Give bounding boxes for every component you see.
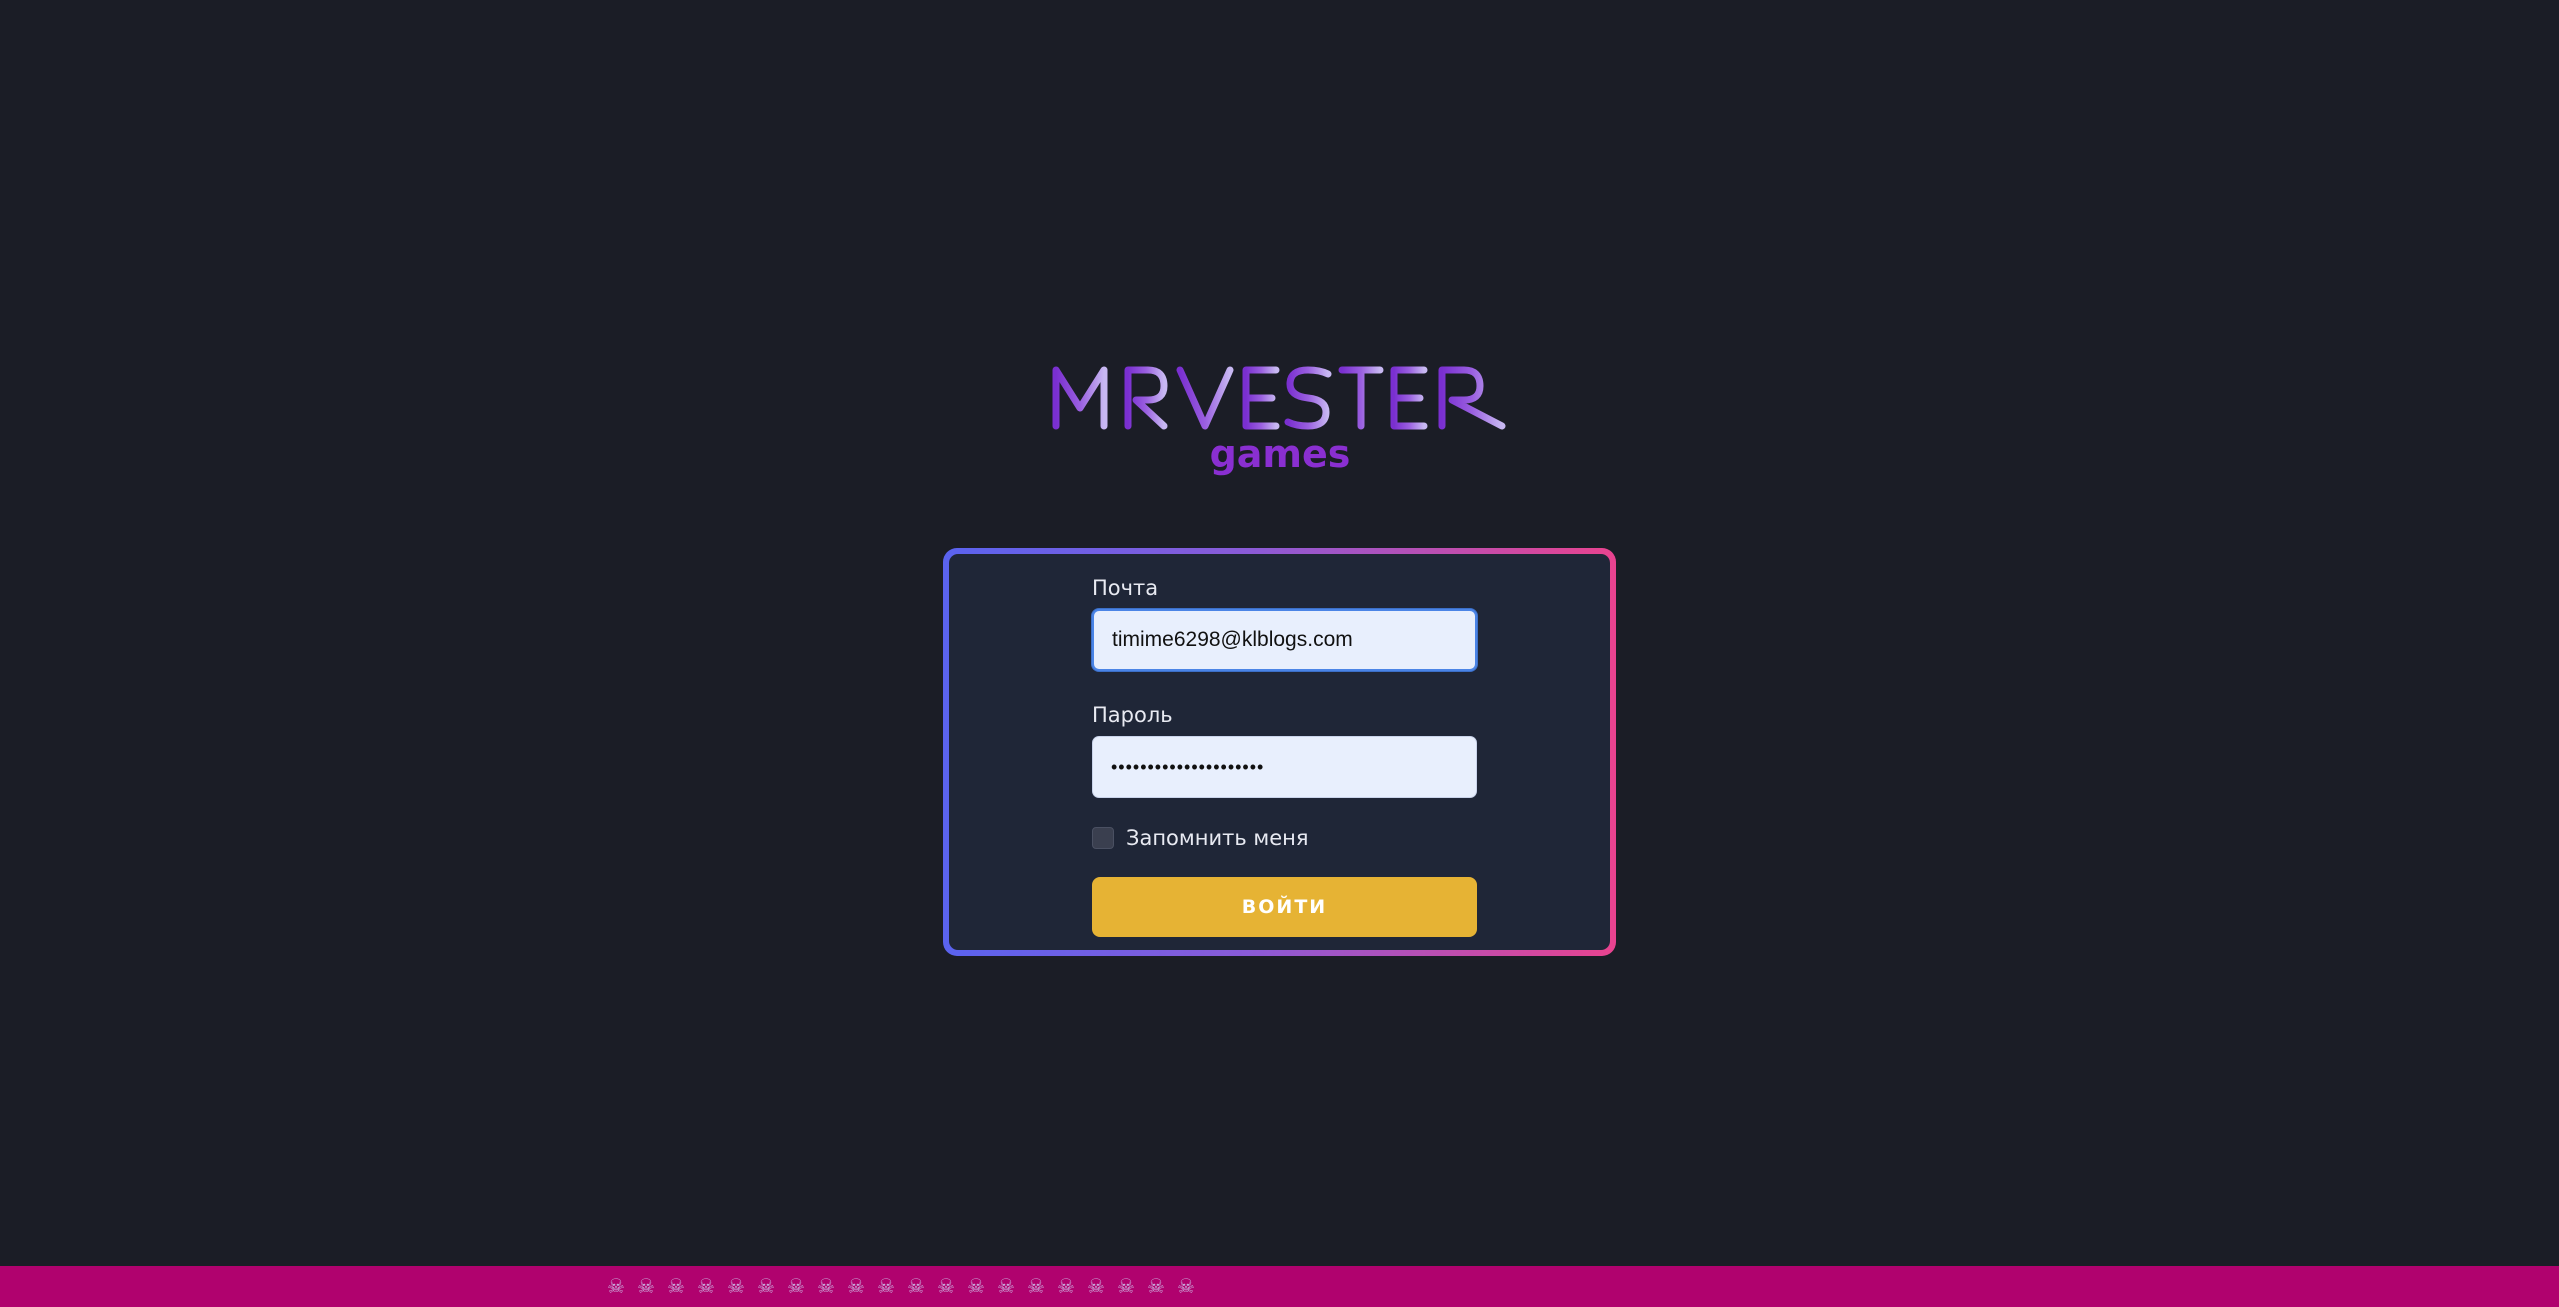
logo-wordmark bbox=[1052, 366, 1506, 430]
skull-crossbones-icon: ☠ bbox=[937, 1274, 955, 1298]
skull-crossbones-icon: ☠ bbox=[817, 1274, 835, 1298]
bottom-bar: ☠ ☠ ☠ ☠ ☠ ☠ ☠ ☠ ☠ ☠ ☠ ☠ ☠ ☠ ☠ ☠ ☠ ☠ ☠ ☠ bbox=[0, 1266, 2559, 1307]
login-card-body: Почта timime6298@klblogs.com Пароль ••••… bbox=[949, 554, 1610, 950]
skull-crossbones-icon: ☠ bbox=[997, 1274, 1015, 1298]
logo-subtitle: games bbox=[1209, 432, 1351, 476]
skull-crossbones-icon: ☠ bbox=[787, 1274, 805, 1298]
skull-crossbones-icon: ☠ bbox=[847, 1274, 865, 1298]
password-field[interactable]: ••••••••••••••••••••• bbox=[1092, 736, 1477, 798]
password-label: Пароль bbox=[1092, 703, 1173, 727]
remember-me[interactable]: Запомнить меня bbox=[1092, 824, 1477, 852]
skull-crossbones-icon: ☠ bbox=[697, 1274, 715, 1298]
skull-crossbones-icon: ☠ bbox=[637, 1274, 655, 1298]
skull-crossbones-icon: ☠ bbox=[607, 1274, 625, 1298]
skull-crossbones-icon: ☠ bbox=[667, 1274, 685, 1298]
skull-crossbones-icon: ☠ bbox=[1117, 1274, 1135, 1298]
email-label: Почта bbox=[1092, 576, 1159, 600]
login-page: games Почта timime6298@klblogs.com Парол… bbox=[0, 0, 2559, 1307]
login-button[interactable]: ВОЙТИ bbox=[1092, 877, 1477, 937]
email-field[interactable]: timime6298@klblogs.com bbox=[1092, 609, 1477, 671]
email-value: timime6298@klblogs.com bbox=[1112, 628, 1353, 651]
skull-icon-row: ☠ ☠ ☠ ☠ ☠ ☠ ☠ ☠ ☠ ☠ ☠ ☠ ☠ ☠ ☠ ☠ ☠ ☠ ☠ ☠ bbox=[604, 1273, 1198, 1299]
login-card: Почта timime6298@klblogs.com Пароль ••••… bbox=[943, 548, 1616, 956]
skull-crossbones-icon: ☠ bbox=[1177, 1274, 1195, 1298]
skull-crossbones-icon: ☠ bbox=[1057, 1274, 1075, 1298]
skull-crossbones-icon: ☠ bbox=[967, 1274, 985, 1298]
remember-checkbox[interactable] bbox=[1092, 827, 1114, 849]
brand-logo: games bbox=[1050, 360, 1510, 485]
remember-label: Запомнить меня bbox=[1126, 826, 1309, 850]
skull-crossbones-icon: ☠ bbox=[757, 1274, 775, 1298]
skull-crossbones-icon: ☠ bbox=[1027, 1274, 1045, 1298]
skull-crossbones-icon: ☠ bbox=[727, 1274, 745, 1298]
skull-crossbones-icon: ☠ bbox=[1087, 1274, 1105, 1298]
skull-crossbones-icon: ☠ bbox=[1147, 1274, 1165, 1298]
skull-crossbones-icon: ☠ bbox=[907, 1274, 925, 1298]
skull-crossbones-icon: ☠ bbox=[877, 1274, 895, 1298]
login-form: Почта timime6298@klblogs.com Пароль ••••… bbox=[1092, 574, 1477, 937]
password-value: ••••••••••••••••••••• bbox=[1111, 756, 1265, 777]
